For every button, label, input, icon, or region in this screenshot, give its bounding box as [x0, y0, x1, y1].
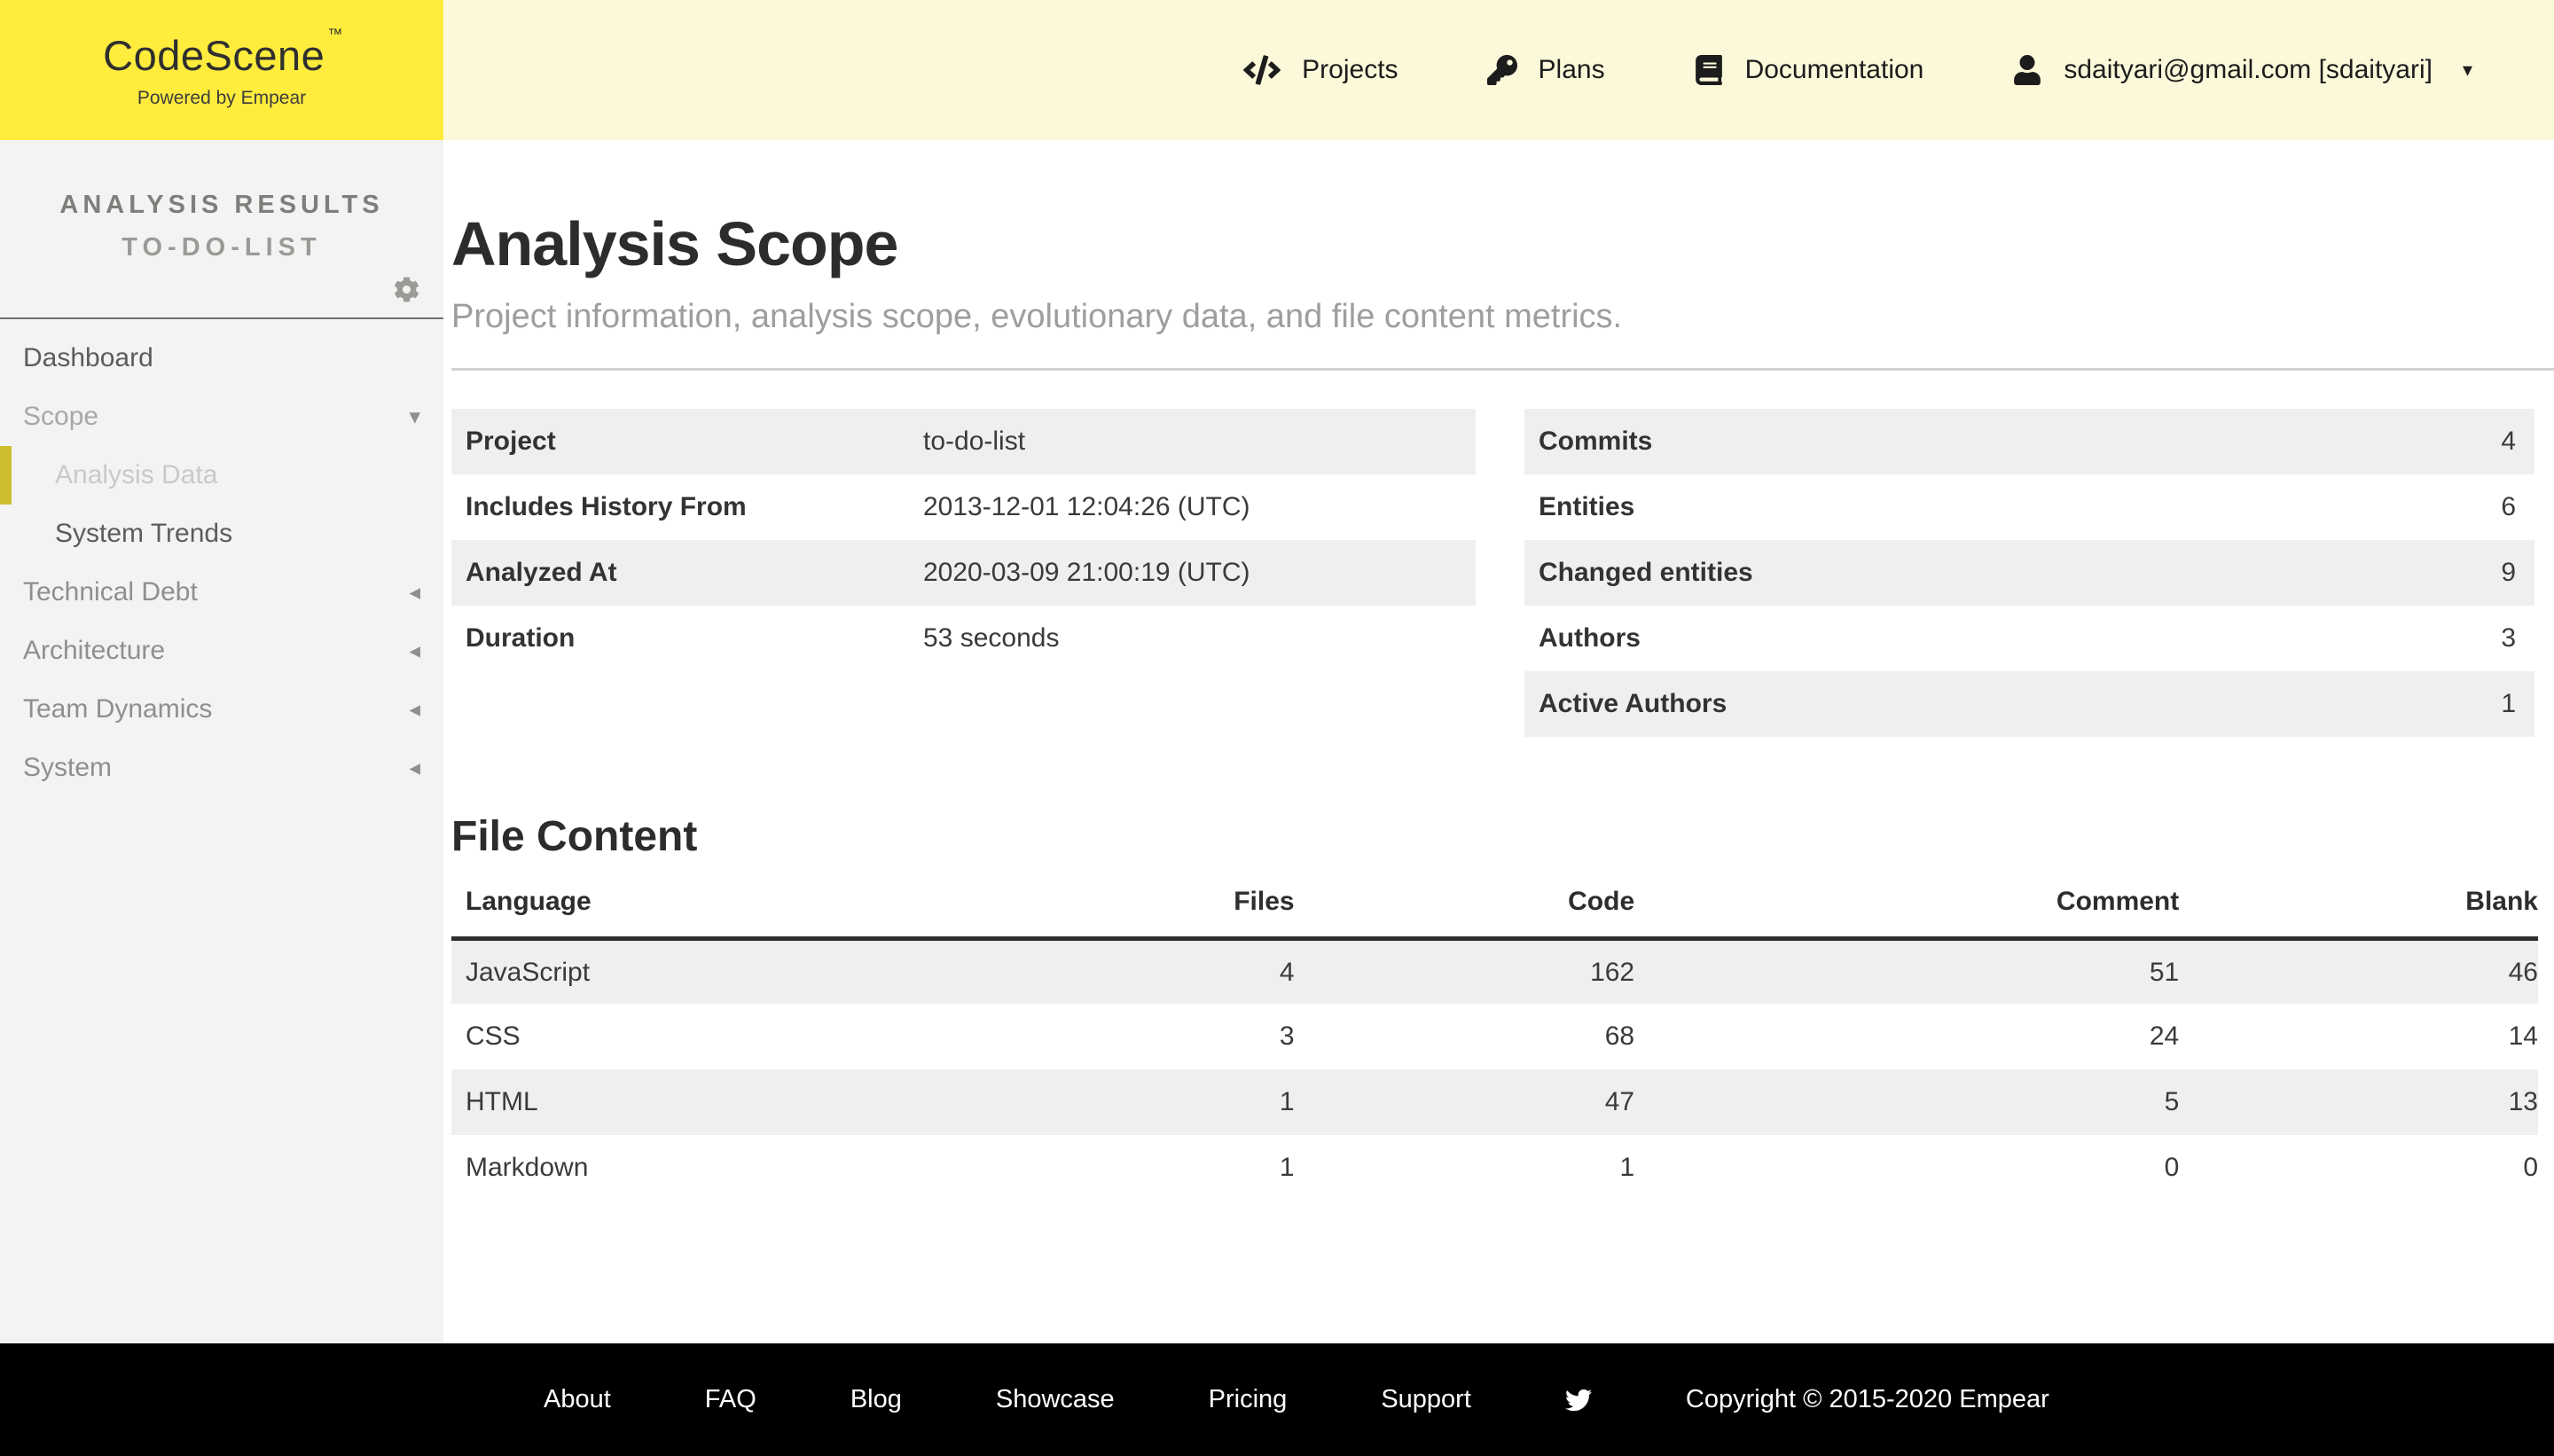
brand-tagline: Powered by Empear — [137, 88, 307, 108]
user-icon — [2014, 55, 2041, 85]
chevron-down-icon: ▾ — [2462, 59, 2472, 81]
table-header-row: Language Files Code Comment Blank — [451, 886, 2538, 941]
sidebar-divider — [0, 317, 443, 319]
section-divider — [451, 367, 2554, 371]
top-nav: Projects Plans Documentation sdaityari@g… — [1243, 0, 2554, 140]
file-content-heading: File Content — [451, 812, 698, 860]
footer-link-pricing[interactable]: Pricing — [1209, 1385, 1288, 1414]
footer-link-about[interactable]: About — [544, 1385, 611, 1414]
sidebar-title-analysis-results: ANALYSIS RESULTS — [59, 191, 384, 219]
sidebar-title-project: TO-DO-LIST — [121, 233, 322, 262]
page-footer: About FAQ Blog Showcase Pricing Support … — [0, 1343, 2554, 1456]
column-code: Code — [1294, 886, 1635, 941]
project-info-table: Project to-do-list Includes History From 2… — [451, 408, 1476, 737]
top-header: CodeScene ™ Powered by Empear Projects Pl… — [0, 0, 2554, 140]
sidebar-item-scope[interactable]: Scope ▾ — [0, 387, 443, 446]
chevron-left-icon: ◂ — [409, 697, 420, 722]
codescene-logo[interactable]: CodeScene ™ Powered by Empear — [0, 0, 443, 140]
table-row: Project to-do-list — [451, 408, 1476, 474]
chevron-left-icon: ◂ — [409, 638, 420, 663]
nav-projects[interactable]: Projects — [1243, 55, 1398, 85]
nav-plans-label: Plans — [1538, 55, 1605, 84]
page-title: Analysis Scope — [451, 209, 898, 278]
chevron-down-icon: ▾ — [409, 404, 420, 429]
sidebar-item-technical-debt[interactable]: Technical Debt ◂ — [0, 563, 443, 622]
sidebar-item-system[interactable]: System ◂ — [0, 739, 443, 797]
table-row: CSS 3 68 24 14 — [466, 1022, 2538, 1052]
book-icon — [1695, 55, 1722, 85]
sidebar-item-architecture[interactable]: Architecture ◂ — [0, 622, 443, 680]
code-icon — [1243, 55, 1281, 85]
footer-link-showcase[interactable]: Showcase — [996, 1385, 1115, 1414]
nav-documentation-label: Documentation — [1744, 55, 1924, 84]
sidebar: ANALYSIS RESULTS TO-DO-LIST Dashboard Sc… — [0, 140, 443, 1343]
column-comment: Comment — [1634, 886, 2180, 941]
copyright-text: Copyright © 2015-2020 Empear — [1685, 1385, 2049, 1413]
trademark: ™ — [327, 26, 343, 43]
nav-plans[interactable]: Plans — [1486, 55, 1605, 85]
sidebar-item-team-dynamics[interactable]: Team Dynamics ◂ — [0, 680, 443, 739]
table-row: Analyzed At 2020-03-09 21:00:19 (UTC) — [451, 539, 1476, 606]
footer-link-faq[interactable]: FAQ — [705, 1385, 756, 1414]
sidebar-item-system-trends[interactable]: System Trends — [0, 505, 443, 563]
main-content: Analysis Scope Project information, anal… — [443, 140, 2554, 1343]
table-row: Entities 6 — [1539, 491, 2516, 521]
table-row: HTML 1 47 5 13 — [451, 1069, 2538, 1136]
file-content-table: Language Files Code Comment Blank JavaSc… — [451, 886, 2538, 1202]
table-row: Authors 3 — [1539, 622, 2516, 653]
key-icon — [1486, 55, 1517, 85]
user-menu[interactable]: sdaityari@gmail.com [sdaityari] ▾ — [2012, 55, 2472, 85]
column-language: Language — [451, 886, 806, 941]
chevron-left-icon: ◂ — [409, 580, 420, 605]
brand-name: CodeScene ™ — [103, 26, 343, 79]
table-row: Changed entities 9 — [1524, 539, 2534, 606]
table-row: Active Authors 1 — [1524, 670, 2534, 737]
page-subtitle: Project information, analysis scope, evo… — [451, 298, 1623, 335]
column-blank: Blank — [2179, 886, 2538, 941]
table-row: Markdown 1 1 0 0 — [466, 1153, 2538, 1183]
gear-icon[interactable] — [394, 277, 419, 302]
nav-documentation[interactable]: Documentation — [1694, 55, 1924, 85]
table-row: JavaScript 4 162 51 46 — [451, 938, 2538, 1005]
table-row: Includes History From 2013-12-01 12:04:26… — [466, 491, 1250, 521]
table-row: Commits 4 — [1524, 408, 2534, 474]
sidebar-item-dashboard[interactable]: Dashboard — [0, 329, 443, 387]
column-files: Files — [806, 886, 1295, 941]
chevron-left-icon: ◂ — [409, 755, 420, 780]
user-email-label: sdaityari@gmail.com [sdaityari] — [2064, 55, 2433, 84]
twitter-icon[interactable] — [1564, 1387, 1592, 1413]
nav-projects-label: Projects — [1302, 55, 1398, 84]
footer-link-blog[interactable]: Blog — [850, 1385, 902, 1414]
sidebar-nav: Dashboard Scope ▾ Analysis Data System Tr… — [0, 329, 443, 797]
evolution-stats-table: Commits 4 Entities 6 Changed entities 9 Aut… — [1524, 408, 2534, 737]
table-row: Duration 53 seconds — [466, 622, 1060, 653]
sidebar-item-analysis-data[interactable]: Analysis Data — [0, 446, 443, 505]
footer-link-support[interactable]: Support — [1381, 1385, 1471, 1414]
